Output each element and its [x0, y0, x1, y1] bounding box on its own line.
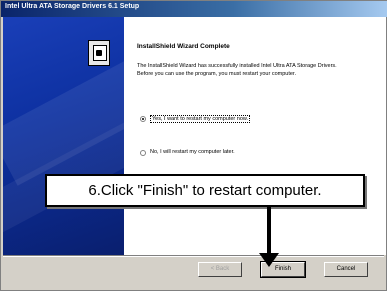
arrow-head-icon: [259, 253, 279, 267]
title-bar[interactable]: Intel Ultra ATA Storage Drivers 6.1 Setu…: [1, 1, 387, 17]
installer-icon: [88, 40, 110, 66]
instruction-callout: 6.Click "Finish" to restart computer.: [45, 174, 365, 207]
wizard-side-banner: [3, 17, 124, 255]
restart-now-radio[interactable]: [140, 116, 146, 122]
restart-later-label[interactable]: No, I will restart my computer later.: [150, 149, 235, 155]
restart-now-label[interactable]: Yes, I want to restart my computer now.: [150, 115, 251, 123]
cancel-button[interactable]: Cancel: [324, 262, 368, 277]
restart-later-radio[interactable]: [140, 150, 146, 156]
setup-dialog: Intel Ultra ATA Storage Drivers 6.1 Setu…: [0, 0, 387, 291]
window-title: Intel Ultra ATA Storage Drivers 6.1 Setu…: [5, 3, 140, 10]
back-button[interactable]: < Back: [198, 262, 242, 277]
wizard-heading: InstallShield Wizard Complete: [137, 43, 230, 50]
down-arrow-icon: [267, 207, 271, 255]
button-divider: [3, 255, 384, 257]
wizard-content: InstallShield Wizard Complete The Instal…: [124, 17, 386, 255]
wizard-body-text: The InstallShield Wizard has successfull…: [137, 63, 337, 77]
